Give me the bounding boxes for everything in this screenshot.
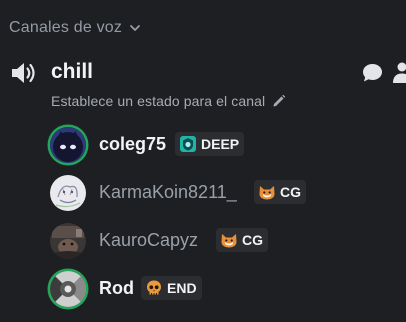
status-placeholder: Establece un estado para el canal xyxy=(51,93,266,109)
voice-user-karmakoin8211[interactable]: KarmaKoin8211_ CG xyxy=(0,173,406,213)
avatar xyxy=(50,127,86,163)
invite-user-icon[interactable] xyxy=(392,61,406,85)
skull-icon xyxy=(147,280,161,295)
tag-label: DEEP xyxy=(201,136,240,152)
server-tag[interactable]: CG xyxy=(216,228,268,252)
tag-label: END xyxy=(167,280,197,296)
avatar xyxy=(50,223,86,259)
server-tag[interactable]: DEEP xyxy=(175,132,245,156)
voice-user-kaurocapyz[interactable]: KauroCapyz CG xyxy=(0,221,406,261)
voice-category-header[interactable]: Canales de voz xyxy=(9,19,142,37)
cat-face-icon xyxy=(259,186,275,200)
channel-name: chill xyxy=(51,60,94,83)
chevron-down-icon xyxy=(130,25,140,31)
username: KauroCapyz xyxy=(99,230,199,250)
deep-badge-icon xyxy=(180,136,196,152)
tag-label: CG xyxy=(242,232,263,248)
username: KarmaKoin8211_ xyxy=(99,182,237,202)
tag-label: CG xyxy=(280,184,301,200)
pencil-icon xyxy=(273,94,286,107)
speaker-icon xyxy=(12,63,35,83)
server-tag[interactable]: CG xyxy=(254,180,306,204)
voice-user-coleg75[interactable]: coleg75 DEEP xyxy=(0,125,406,165)
set-channel-status[interactable]: Establece un estado para el canal xyxy=(51,93,286,109)
cat-face-icon xyxy=(221,234,237,248)
voice-channel-chill[interactable]: chill xyxy=(0,55,406,91)
voice-user-rod[interactable]: Rod END xyxy=(0,269,406,309)
avatar xyxy=(50,175,86,211)
chat-bubble-icon[interactable] xyxy=(361,62,384,84)
server-tag[interactable]: END xyxy=(141,276,202,300)
username: coleg75 xyxy=(99,134,167,154)
category-label: Canales de voz xyxy=(9,19,123,36)
username: Rod xyxy=(99,278,134,298)
avatar xyxy=(50,271,86,307)
